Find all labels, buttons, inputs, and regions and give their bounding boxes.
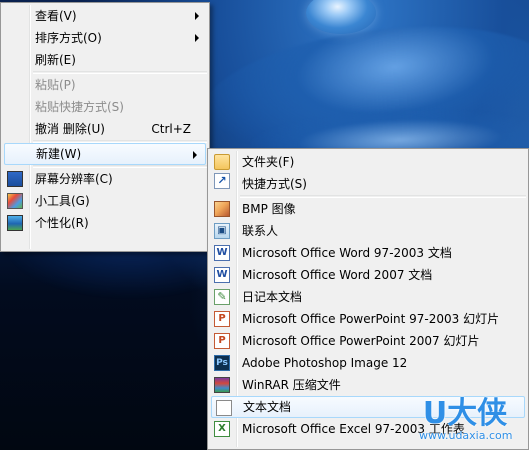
- shortcut-icon: ↗: [214, 173, 230, 189]
- menu-item-sort-by[interactable]: 排序方式(O): [3, 27, 207, 49]
- word-icon: W: [214, 245, 230, 261]
- menu-item-label: 排序方式(O): [35, 31, 102, 45]
- submenu-item-winrar-archive[interactable]: WinRAR 压缩文件: [210, 374, 526, 396]
- watermark-brand: U大侠: [422, 396, 508, 431]
- menu-item-label: 撤消 删除(U): [35, 122, 105, 136]
- menu-item-label: 个性化(R): [35, 216, 89, 230]
- menu-item-new[interactable]: 新建(W): [4, 143, 206, 165]
- journal-icon: ✎: [214, 289, 230, 305]
- watermark-logo: U大侠 www.udaxia.com: [419, 396, 513, 443]
- submenu-item-powerpoint-97-2003[interactable]: P Microsoft Office PowerPoint 97-2003 幻灯…: [210, 308, 526, 330]
- desktop[interactable]: 查看(V) 排序方式(O) 刷新(E) 粘贴(P) 粘贴快捷方式(S) 撤消 删…: [0, 0, 529, 450]
- menu-item-label: 屏幕分辨率(C): [35, 172, 113, 186]
- menu-item-label: 刷新(E): [35, 53, 76, 67]
- menu-item-label: Adobe Photoshop Image 12: [242, 356, 408, 370]
- text-document-icon: [216, 400, 232, 416]
- winrar-icon: [214, 377, 230, 393]
- submenu-item-word-2007[interactable]: W Microsoft Office Word 2007 文档: [210, 264, 526, 286]
- menu-item-paste-shortcut: 粘贴快捷方式(S): [3, 96, 207, 118]
- submenu-item-bmp-image[interactable]: BMP 图像: [210, 198, 526, 220]
- menu-item-label: 联系人: [242, 224, 279, 238]
- menu-item-label: 快捷方式(S): [242, 177, 307, 191]
- submenu-item-folder[interactable]: 文件夹(F): [210, 151, 526, 173]
- submenu-arrow-icon: [195, 12, 199, 20]
- submenu-item-word-97-2003[interactable]: W Microsoft Office Word 97-2003 文档: [210, 242, 526, 264]
- menu-item-label: 粘贴(P): [35, 78, 76, 92]
- menu-item-label: 查看(V): [35, 9, 77, 23]
- gadgets-icon: [7, 193, 23, 209]
- excel-icon: X: [214, 421, 230, 437]
- personalize-icon: [7, 215, 23, 231]
- folder-icon: [214, 154, 230, 170]
- submenu-arrow-icon: [195, 34, 199, 42]
- menu-item-label: 粘贴快捷方式(S): [35, 100, 124, 114]
- menu-item-label: 文本文档: [243, 400, 292, 414]
- powerpoint-icon: P: [214, 311, 230, 327]
- watermark-site: www.udaxia.com: [419, 429, 513, 442]
- menu-item-label: Microsoft Office PowerPoint 2007 幻灯片: [242, 334, 480, 348]
- menu-item-label: BMP 图像: [242, 202, 296, 216]
- submenu-item-contact[interactable]: ▣ 联系人: [210, 220, 526, 242]
- submenu-item-shortcut[interactable]: ↗ 快捷方式(S): [210, 173, 526, 195]
- desktop-context-menu: 查看(V) 排序方式(O) 刷新(E) 粘贴(P) 粘贴快捷方式(S) 撤消 删…: [0, 2, 210, 252]
- menu-item-screen-resolution[interactable]: 屏幕分辨率(C): [3, 168, 207, 190]
- submenu-item-photoshop-image[interactable]: Ps Adobe Photoshop Image 12: [210, 352, 526, 374]
- powerpoint-icon: P: [214, 333, 230, 349]
- menu-item-view[interactable]: 查看(V): [3, 5, 207, 27]
- menu-item-refresh[interactable]: 刷新(E): [3, 49, 207, 71]
- submenu-item-powerpoint-2007[interactable]: P Microsoft Office PowerPoint 2007 幻灯片: [210, 330, 526, 352]
- menu-item-gadgets[interactable]: 小工具(G): [3, 190, 207, 212]
- wallpaper-water-droplet: [306, 0, 376, 34]
- photoshop-icon: Ps: [214, 355, 230, 371]
- menu-item-label: Microsoft Office Word 97-2003 文档: [242, 246, 452, 260]
- menu-item-label: 新建(W): [36, 147, 82, 161]
- menu-item-undo-delete[interactable]: 撤消 删除(U) Ctrl+Z: [3, 118, 207, 140]
- menu-item-personalize[interactable]: 个性化(R): [3, 212, 207, 234]
- word-icon: W: [214, 267, 230, 283]
- contact-icon: ▣: [214, 223, 230, 239]
- menu-item-label: Microsoft Office PowerPoint 97-2003 幻灯片: [242, 312, 500, 326]
- menu-item-label: 日记本文档: [242, 290, 303, 304]
- menu-item-shortcut: Ctrl+Z: [151, 122, 191, 136]
- submenu-item-journal[interactable]: ✎ 日记本文档: [210, 286, 526, 308]
- screen-resolution-icon: [7, 171, 23, 187]
- bmp-image-icon: [214, 201, 230, 217]
- submenu-arrow-icon: [193, 151, 197, 159]
- menu-item-label: Microsoft Office Word 2007 文档: [242, 268, 433, 282]
- menu-item-label: 文件夹(F): [242, 155, 295, 169]
- menu-item-label: 小工具(G): [35, 194, 90, 208]
- menu-item-label: WinRAR 压缩文件: [242, 378, 341, 392]
- menu-item-paste: 粘贴(P): [3, 74, 207, 96]
